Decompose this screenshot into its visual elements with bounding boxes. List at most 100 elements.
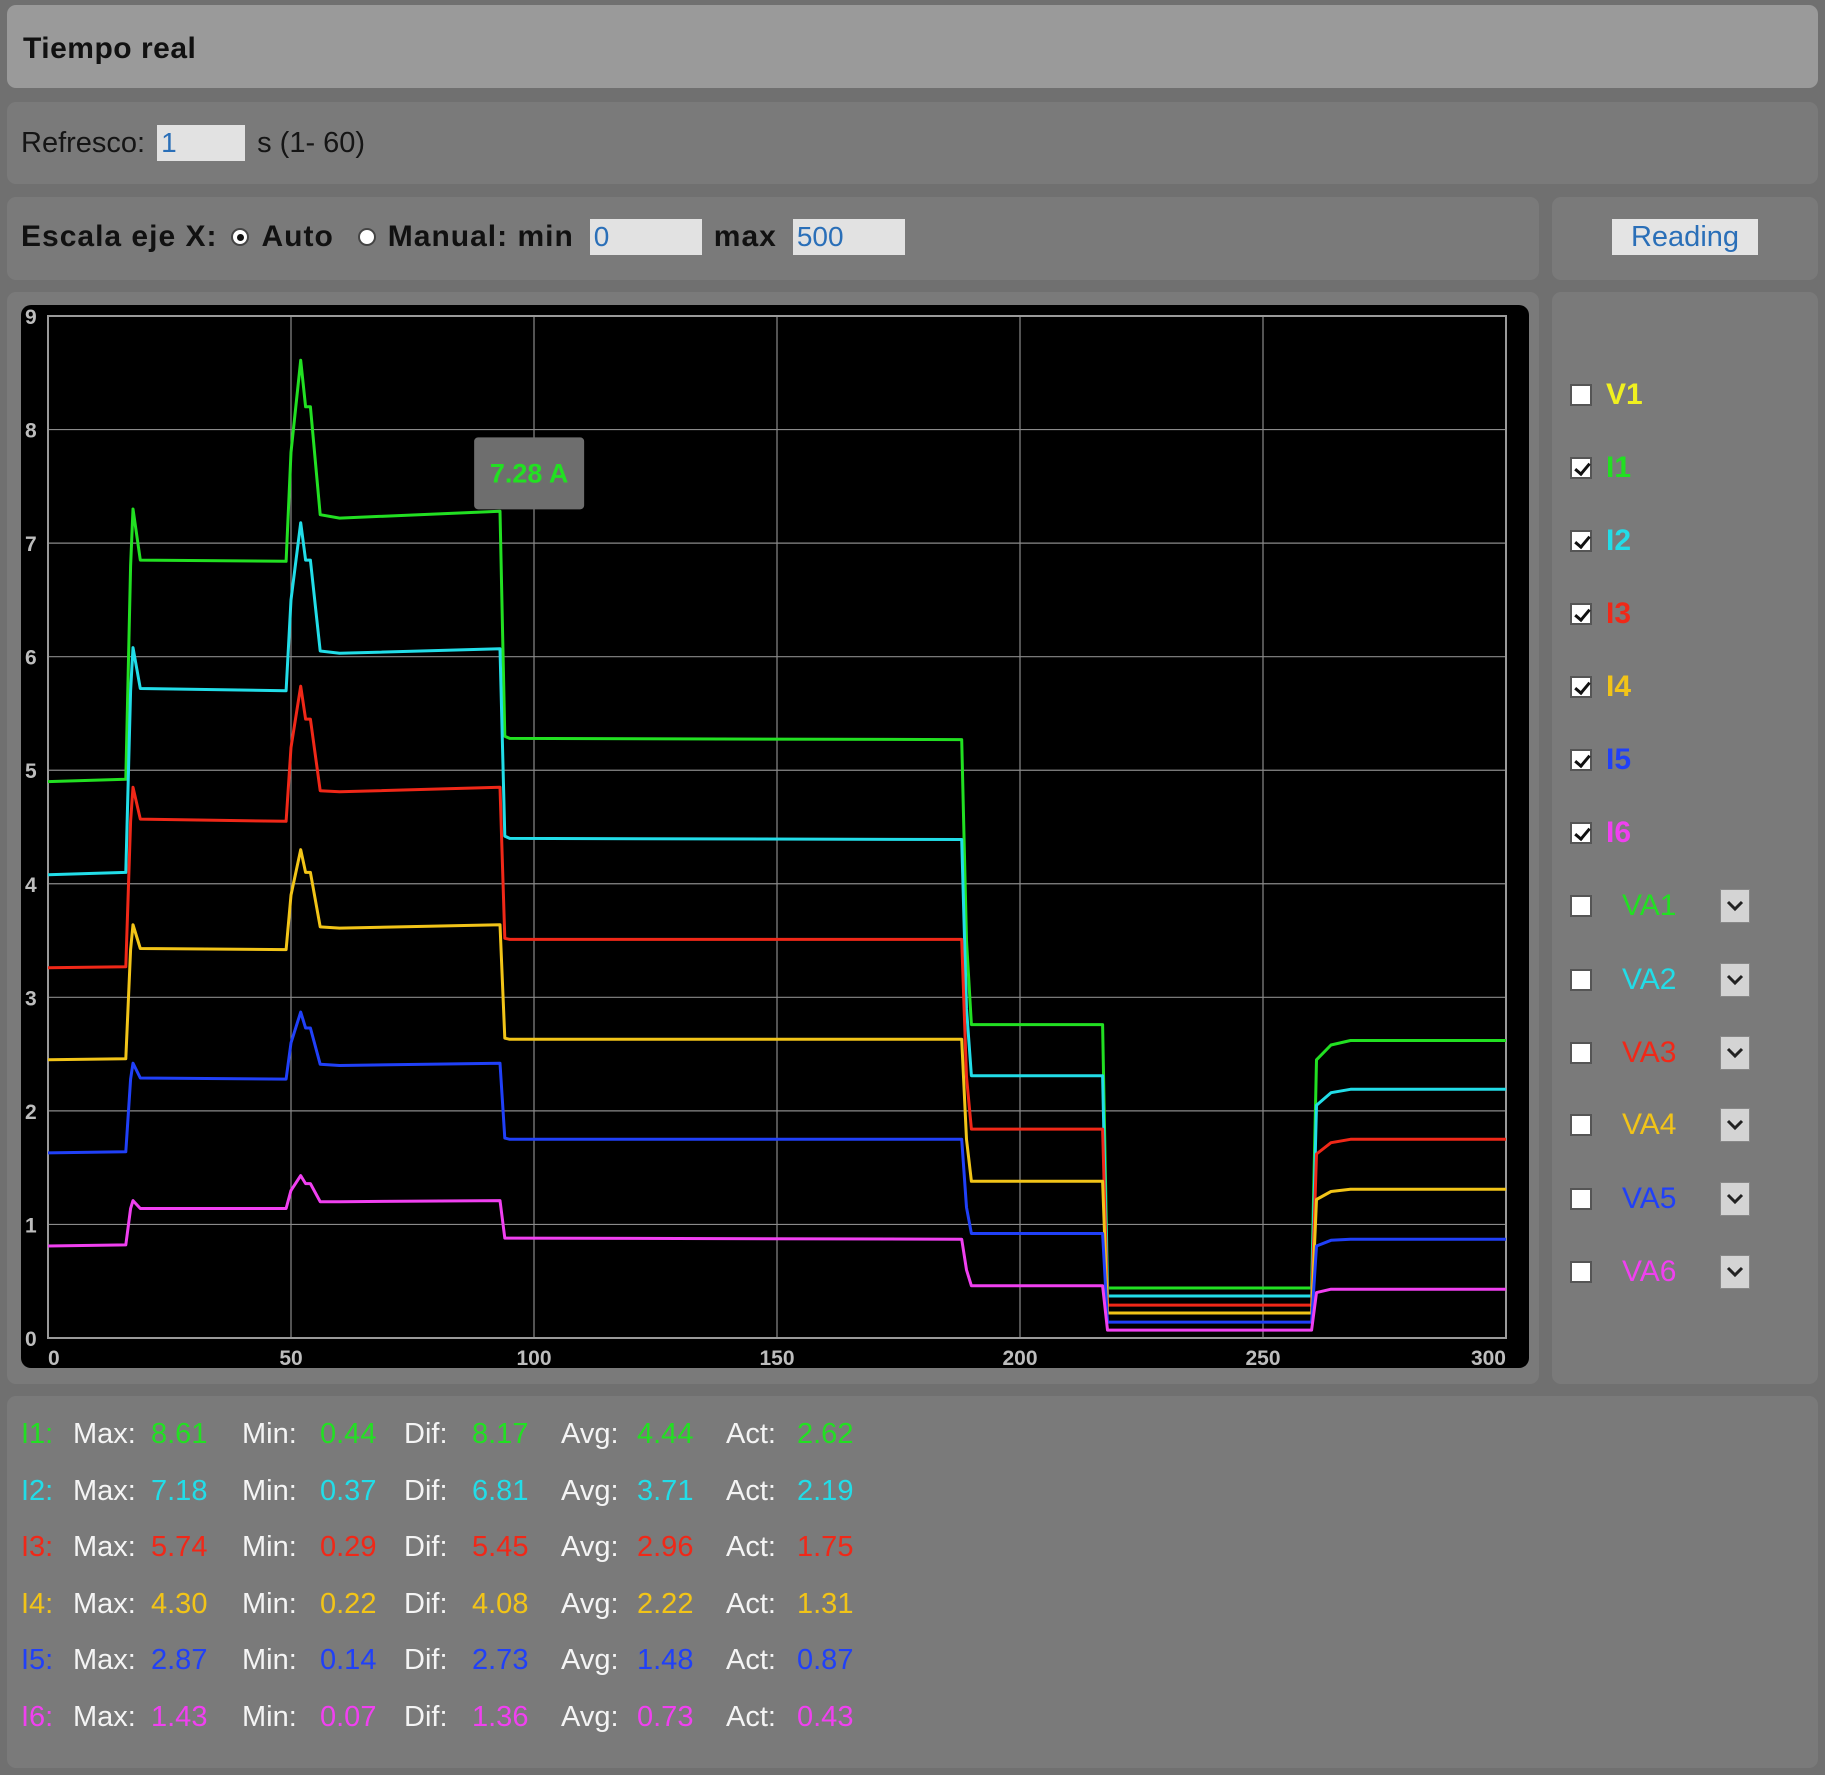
chevron-down-icon[interactable]: [1720, 1108, 1750, 1142]
stats-value-min: 0.44: [320, 1418, 377, 1450]
checkbox-i5[interactable]: [1570, 749, 1592, 771]
legend-label: VA1: [1622, 889, 1677, 922]
y-tick-label: 3: [25, 987, 37, 1010]
stats-label-avg: Avg:: [561, 1531, 619, 1563]
legend-item-i2[interactable]: I2: [1570, 523, 1631, 559]
checkbox-i4[interactable]: [1570, 676, 1592, 698]
stats-value-act: 0.43: [797, 1701, 854, 1733]
x-tick-label: 150: [759, 1347, 794, 1368]
legend-label: VA2: [1622, 963, 1677, 996]
checkbox-va1[interactable]: [1570, 895, 1592, 917]
stats-value-act: 1.75: [797, 1531, 854, 1563]
checkbox-i3[interactable]: [1570, 603, 1592, 625]
legend-item-va6[interactable]: VA6: [1570, 1254, 1750, 1290]
stats-value-avg: 3.71: [637, 1475, 694, 1507]
stats-channel-name: I5:: [21, 1644, 54, 1676]
checkbox-va6[interactable]: [1570, 1261, 1592, 1283]
x-max-input[interactable]: [792, 219, 905, 255]
checkbox-va5[interactable]: [1570, 1188, 1592, 1210]
chevron-down-icon[interactable]: [1720, 963, 1750, 997]
legend-item-i5[interactable]: I5: [1570, 742, 1631, 778]
stats-value-dif: 4.08: [472, 1588, 529, 1620]
stats-label-max: Max:: [73, 1418, 136, 1450]
stats-value-avg: 1.48: [637, 1644, 694, 1676]
legend-item-i3[interactable]: I3: [1570, 596, 1631, 632]
stats-channel-name: I3:: [21, 1531, 54, 1563]
page-title: Tiempo real: [23, 32, 197, 65]
x-tick-label: 100: [516, 1347, 551, 1368]
y-tick-label: 8: [25, 420, 37, 443]
checkbox-i6[interactable]: [1570, 822, 1592, 844]
legend-item-va3[interactable]: VA3: [1570, 1035, 1750, 1071]
legend-label: I1: [1606, 451, 1632, 484]
stats-value-min: 0.14: [320, 1644, 377, 1676]
stats-label-max: Max:: [73, 1531, 136, 1563]
legend-label: I2: [1606, 524, 1632, 557]
checkbox-v1[interactable]: [1570, 384, 1592, 406]
stats-value-dif: 6.81: [472, 1475, 529, 1507]
stats-label-act: Act:: [726, 1588, 776, 1620]
checkbox-va3[interactable]: [1570, 1042, 1592, 1064]
manual-radio[interactable]: [357, 228, 376, 246]
stats-label-dif: Dif:: [404, 1531, 448, 1563]
checkbox-i1[interactable]: [1570, 457, 1592, 479]
stats-label-act: Act:: [726, 1644, 776, 1676]
legend-item-va1[interactable]: VA1: [1570, 888, 1750, 924]
stats-value-act: 2.19: [797, 1475, 854, 1507]
stats-value-avg: 2.96: [637, 1531, 694, 1563]
stats-value-dif: 1.36: [472, 1701, 529, 1733]
legend-item-va4[interactable]: VA4: [1570, 1107, 1750, 1143]
checkbox-va2[interactable]: [1570, 969, 1592, 991]
chevron-down-icon[interactable]: [1720, 1182, 1750, 1216]
legend-label: VA5: [1622, 1182, 1677, 1215]
legend-item-i1[interactable]: I1: [1570, 450, 1631, 486]
chevron-down-icon[interactable]: [1720, 1255, 1750, 1289]
stats-label-dif: Dif:: [404, 1644, 448, 1676]
stats-label-dif: Dif:: [404, 1418, 448, 1450]
stats-value-min: 0.07: [320, 1701, 377, 1733]
legend-item-v1[interactable]: V1: [1570, 377, 1643, 413]
legend-item-i4[interactable]: I4: [1570, 669, 1631, 705]
stats-label-min: Min:: [242, 1644, 297, 1676]
stats-label-dif: Dif:: [404, 1475, 448, 1507]
stats-label-act: Act:: [726, 1701, 776, 1733]
stats-label-act: Act:: [726, 1531, 776, 1563]
stats-label-avg: Avg:: [561, 1588, 619, 1620]
stats-channel-name: I2:: [21, 1475, 54, 1507]
stats-channel-name: I6:: [21, 1701, 54, 1733]
chevron-down-icon[interactable]: [1720, 1036, 1750, 1070]
reading-button[interactable]: Reading: [1612, 219, 1758, 255]
stats-value-max: 5.74: [151, 1531, 208, 1563]
chart-container: 0 50 100 150 200 250 300 0 1 2 3 4 5 6 7 8 9 7.28 A: [21, 305, 1529, 1370]
chevron-down-icon[interactable]: [1720, 889, 1750, 923]
x-tick-label: 200: [1002, 1347, 1037, 1368]
refresh-bar: Refresco: s (1- 60): [7, 102, 1818, 184]
checkbox-i2[interactable]: [1570, 530, 1592, 552]
stats-value-max: 2.87: [151, 1644, 208, 1676]
legend-label: I4: [1606, 670, 1632, 703]
stats-label-dif: Dif:: [404, 1588, 448, 1620]
line-chart[interactable]: 0 50 100 150 200 250 300 0 1 2 3 4 5 6 7 8 9 7.28 A: [21, 305, 1529, 1370]
legend-label: I3: [1606, 597, 1632, 630]
stats-value-min: 0.29: [320, 1531, 377, 1563]
legend-item-va5[interactable]: VA5: [1570, 1181, 1750, 1217]
stats-value-min: 0.22: [320, 1588, 377, 1620]
stats-label-act: Act:: [726, 1418, 776, 1450]
legend-item-va2[interactable]: VA2: [1570, 962, 1750, 998]
chart-panel: 0 50 100 150 200 250 300 0 1 2 3 4 5 6 7 8 9 7.28 A: [7, 292, 1539, 1384]
stats-value-max: 8.61: [151, 1418, 208, 1450]
stats-label-max: Max:: [73, 1475, 136, 1507]
legend-item-i6[interactable]: I6: [1570, 815, 1631, 851]
x-scale-label: Escala eje X:: [21, 220, 218, 253]
stats-value-dif: 5.45: [472, 1531, 529, 1563]
legend-label: VA4: [1622, 1108, 1677, 1141]
x-scale-bar: Escala eje X: Auto Manual: min max: [7, 197, 1539, 280]
refresh-input[interactable]: [157, 125, 246, 161]
y-tick-label: 7: [25, 533, 37, 556]
x-min-input[interactable]: [589, 219, 702, 255]
legend-label: VA3: [1622, 1036, 1677, 1069]
reading-panel: Reading: [1552, 197, 1818, 280]
auto-radio[interactable]: [231, 228, 250, 246]
legend-panel: V1 I1 I2 I3 I4 I5 I6 VA1 VA2 VA3 VA4 VA5 VA6: [1552, 292, 1818, 1384]
checkbox-va4[interactable]: [1570, 1114, 1592, 1136]
